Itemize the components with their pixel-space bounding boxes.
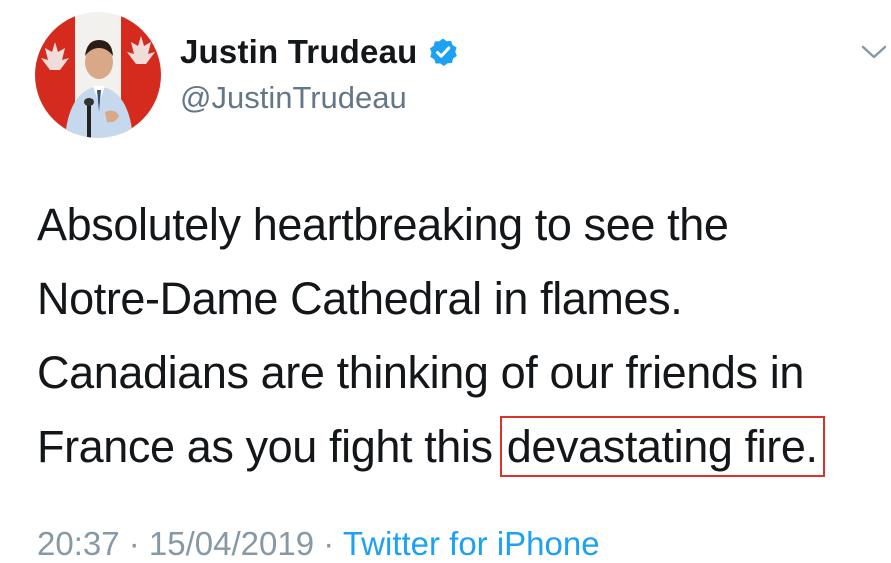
tweet-source-link[interactable]: Twitter for iPhone <box>343 525 600 562</box>
highlighted-phrase: devastating fire. <box>499 416 825 477</box>
tweet-text-line: Absolutely heartbreaking to see the <box>37 199 729 250</box>
tweet-text-line: Canadians are thinking of our friends in <box>37 347 804 398</box>
user-handle[interactable]: @JustinTrudeau <box>180 80 407 116</box>
tweet-text-prefix: France as you fight this <box>37 421 505 472</box>
verified-badge-icon <box>428 37 458 67</box>
avatar[interactable] <box>35 12 161 138</box>
tweet-timestamp[interactable]: 20:37 · 15/04/2019 · <box>37 525 334 562</box>
display-name[interactable]: Justin Trudeau <box>180 33 418 71</box>
tweet-text: Absolutely heartbreaking to see the Notr… <box>37 188 887 484</box>
tweet-card: Justin Trudeau @JustinTrudeau Absolutely… <box>0 0 891 562</box>
chevron-down-icon[interactable] <box>860 40 888 64</box>
tweet-text-line: Notre-Dame Cathedral in flames. <box>37 273 683 324</box>
display-name-row[interactable]: Justin Trudeau <box>180 30 458 74</box>
profile-photo-icon <box>35 12 161 138</box>
tweet-metadata: 20:37 · 15/04/2019 · Twitter for iPhone <box>37 525 600 563</box>
tweet-text-line-last: France as you fight this devastating fir… <box>37 410 887 484</box>
